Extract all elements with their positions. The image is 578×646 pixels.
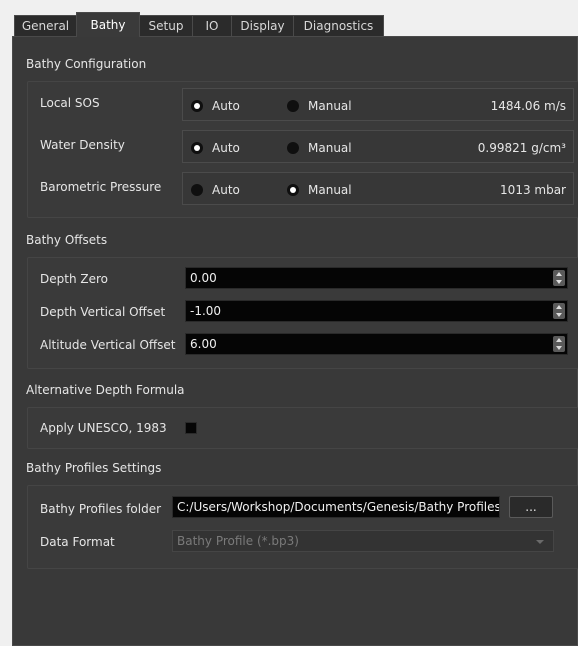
altitude-vertical-offset-input[interactable]: 6.00 — [185, 333, 568, 355]
bathy-offsets-group: Depth Zero 0.00 Depth Vertical Offset -1… — [27, 257, 578, 369]
radio-label: Manual — [308, 183, 352, 197]
depth-zero-value: 0.00 — [190, 271, 217, 285]
altitude-vertical-offset-value: 6.00 — [190, 337, 217, 351]
tab-bathy[interactable]: Bathy — [76, 12, 140, 37]
tab-setup[interactable]: Setup — [139, 15, 193, 37]
barometric-pressure-box: Auto Manual 1013 mbar — [182, 172, 574, 205]
bathy-offsets-title: Bathy Offsets — [26, 233, 108, 247]
radio-selected-icon — [287, 184, 299, 196]
bathy-profiles-folder-label: Bathy Profiles folder — [40, 502, 162, 516]
chevron-down-icon — [536, 540, 544, 544]
alternative-depth-formula-group: Apply UNESCO, 1983 — [27, 407, 578, 449]
local-sos-manual-radio[interactable]: Manual — [287, 99, 352, 113]
bathy-profiles-settings-group: Bathy Profiles folder C:/Users/Workshop/… — [27, 485, 578, 569]
apply-unesco-label: Apply UNESCO, 1983 — [40, 421, 167, 435]
water-density-manual-radio[interactable]: Manual — [287, 141, 352, 155]
radio-label: Auto — [212, 99, 240, 113]
water-density-auto-radio[interactable]: Auto — [191, 141, 240, 155]
radio-selected-icon — [191, 100, 203, 112]
bathy-profiles-settings-title: Bathy Profiles Settings — [26, 461, 162, 475]
radio-label: Manual — [308, 141, 352, 155]
tab-general[interactable]: General — [14, 15, 77, 37]
altitude-vertical-offset-label: Altitude Vertical Offset — [40, 338, 176, 352]
browse-folder-button[interactable]: ... — [509, 496, 553, 518]
spinbox-arrows-icon[interactable] — [553, 336, 565, 352]
water-density-box: Auto Manual 0.99821 g/cm³ — [182, 130, 574, 163]
barometric-pressure-label: Barometric Pressure — [40, 180, 162, 194]
tab-diagnostics[interactable]: Diagnostics — [293, 15, 384, 37]
radio-selected-icon — [191, 142, 203, 154]
data-format-value: Bathy Profile (*.bp3) — [177, 534, 299, 548]
radio-unselected-icon — [191, 184, 203, 196]
depth-vertical-offset-input[interactable]: -1.00 — [185, 300, 568, 322]
barometric-pressure-value: 1013 mbar — [500, 183, 566, 197]
water-density-value: 0.99821 g/cm³ — [477, 141, 566, 155]
depth-zero-label: Depth Zero — [40, 272, 108, 286]
apply-unesco-checkbox[interactable] — [185, 422, 197, 434]
spinbox-arrows-icon[interactable] — [553, 270, 565, 286]
local-sos-value: 1484.06 m/s — [490, 99, 566, 113]
bathy-profiles-folder-input[interactable]: C:/Users/Workshop/Documents/Genesis/Bath… — [172, 496, 500, 518]
data-format-select[interactable]: Bathy Profile (*.bp3) — [172, 530, 554, 552]
depth-vertical-offset-label: Depth Vertical Offset — [40, 305, 166, 319]
data-format-label: Data Format — [40, 535, 115, 549]
tab-bar: General Bathy Setup IO Display Diagnosti… — [14, 12, 578, 37]
barometric-pressure-manual-radio[interactable]: Manual — [287, 183, 352, 197]
bathy-configuration-group: Local SOS Auto Manual 1484.06 m/s Water … — [27, 81, 578, 218]
water-density-label: Water Density — [40, 138, 125, 152]
barometric-pressure-auto-radio[interactable]: Auto — [191, 183, 240, 197]
radio-label: Auto — [212, 183, 240, 197]
radio-label: Auto — [212, 141, 240, 155]
radio-label: Manual — [308, 99, 352, 113]
alternative-depth-formula-title: Alternative Depth Formula — [26, 383, 185, 397]
local-sos-auto-radio[interactable]: Auto — [191, 99, 240, 113]
bathy-panel: Bathy Configuration Local SOS Auto Manua… — [12, 36, 578, 646]
tab-io[interactable]: IO — [192, 15, 232, 37]
depth-zero-input[interactable]: 0.00 — [185, 267, 568, 289]
tab-display[interactable]: Display — [231, 15, 294, 37]
depth-vertical-offset-value: -1.00 — [190, 304, 222, 318]
bathy-configuration-title: Bathy Configuration — [26, 57, 147, 71]
radio-unselected-icon — [287, 142, 299, 154]
local-sos-box: Auto Manual 1484.06 m/s — [182, 88, 574, 121]
radio-unselected-icon — [287, 100, 299, 112]
spinbox-arrows-icon[interactable] — [553, 303, 565, 319]
local-sos-label: Local SOS — [40, 96, 100, 110]
